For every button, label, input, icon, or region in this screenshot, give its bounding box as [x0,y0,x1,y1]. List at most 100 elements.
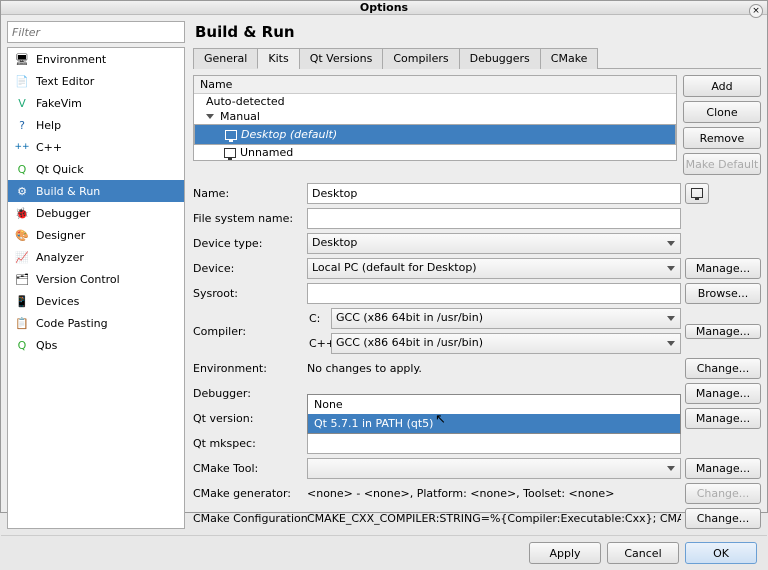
monitor-icon [691,188,703,198]
env-value: No changes to apply. [307,362,681,375]
device-icon: 📱 [14,293,30,309]
devtype-select[interactable]: Desktop [307,233,681,254]
tree-kit-unnamed[interactable]: Unnamed [194,145,676,160]
gear-icon: ⚙ [14,183,30,199]
cat-qtquick[interactable]: QQt Quick [8,158,184,180]
vim-icon: V [14,95,30,111]
name-input[interactable] [307,183,681,204]
remove-button[interactable]: Remove [683,127,761,149]
debugger-label: Debugger: [193,387,303,400]
qbs-icon: Q [14,337,30,353]
mkspec-label: Qt mkspec: [193,437,303,450]
sidebar: 🖥Environment 📄Text Editor VFakeVim ?Help… [7,21,185,529]
cmakegen-change-button[interactable]: Change... [685,483,761,504]
qt-icon: Q [14,161,30,177]
env-label: Environment: [193,362,303,375]
ok-button[interactable]: OK [685,542,757,564]
env-change-button[interactable]: Change... [685,358,761,379]
monitor-icon [225,130,237,140]
monitor-icon: 🖥 [14,51,30,67]
cmakegen-value: <none> - <none>, Platform: <none>, Tools… [307,487,681,500]
cat-debugger[interactable]: 🐞Debugger [8,202,184,224]
cat-code-pasting[interactable]: 📋Code Pasting [8,312,184,334]
kits-tree[interactable]: Name Auto-detected Manual Desktop (defau… [193,75,677,161]
cat-text-editor[interactable]: 📄Text Editor [8,70,184,92]
close-icon[interactable]: × [749,4,763,18]
tree-manual[interactable]: Manual [194,109,676,124]
tree-kit-desktop[interactable]: Desktop (default) [194,124,676,145]
tree-header: Name [194,76,676,94]
category-list: 🖥Environment 📄Text Editor VFakeVim ?Help… [7,47,185,529]
tree-auto-detected[interactable]: Auto-detected [194,94,676,109]
cpp-icon: ++ [14,139,30,155]
analyzer-icon: 📈 [14,249,30,265]
cancel-button[interactable]: Cancel [607,542,679,564]
tab-compilers[interactable]: Compilers [382,48,459,69]
main-panel: Build & Run General Kits Qt Versions Com… [193,21,761,529]
tab-debuggers[interactable]: Debuggers [459,48,541,69]
debugger-manage-button[interactable]: Manage... [685,383,761,404]
titlebar: Options × [1,1,767,15]
fsname-input[interactable] [307,208,681,229]
expand-icon [206,114,214,119]
window-title: Options [360,1,408,14]
compiler-c-select[interactable]: GCC (x86 64bit in /usr/bin) [331,308,681,329]
cmaketool-manage-button[interactable]: Manage... [685,458,761,479]
compiler-cxx-select[interactable]: GCC (x86 64bit in /usr/bin) [331,333,681,354]
cat-build-run[interactable]: ⚙Build & Run [8,180,184,202]
options-window: Options × 🖥Environment 📄Text Editor VFak… [0,0,768,513]
cmakeconf-change-button[interactable]: Change... [685,508,761,529]
sysroot-browse-button[interactable]: Browse... [685,283,761,304]
device-manage-button[interactable]: Manage... [685,258,761,279]
add-button[interactable]: Add [683,75,761,97]
sysroot-label: Sysroot: [193,287,303,300]
cat-devices[interactable]: 📱Devices [8,290,184,312]
make-default-button[interactable]: Make Default [683,153,761,175]
fsname-label: File system name: [193,212,303,225]
qtversion-label: Qt version: [193,412,303,425]
devtype-label: Device type: [193,237,303,250]
compiler-label: Compiler: [193,325,303,338]
compiler-cxx-label: C++: [307,337,327,350]
device-label: Device: [193,262,303,275]
monitor-icon [224,148,236,158]
apply-button[interactable]: Apply [529,542,601,564]
document-icon: 📄 [14,73,30,89]
compiler-manage-button[interactable]: Manage... [685,324,761,339]
cmaketool-label: CMake Tool: [193,462,303,475]
mkspec-input[interactable] [307,433,681,454]
cat-analyzer[interactable]: 📈Analyzer [8,246,184,268]
cat-fakevim[interactable]: VFakeVim [8,92,184,114]
name-icon-button[interactable] [685,183,709,204]
cmakeconf-value: CMAKE_CXX_COMPILER:STRING=%{Compiler:Exe… [307,512,681,525]
qtversion-option-none[interactable]: None [308,395,680,414]
designer-icon: 🎨 [14,227,30,243]
help-icon: ? [14,117,30,133]
cat-version-control[interactable]: 🗂Version Control [8,268,184,290]
tab-general[interactable]: General [193,48,258,69]
kit-form: Name: File system name: Device type: Des… [193,183,761,529]
dialog-footer: Apply Cancel OK [1,535,767,570]
page-heading: Build & Run [193,21,761,47]
tab-kits[interactable]: Kits [257,48,299,69]
qtversion-manage-button[interactable]: Manage... [685,408,761,429]
filter-input[interactable] [7,21,185,43]
cmaketool-select[interactable] [307,458,681,479]
clone-button[interactable]: Clone [683,101,761,123]
cat-environment[interactable]: 🖥Environment [8,48,184,70]
tabbar: General Kits Qt Versions Compilers Debug… [193,47,761,69]
cmakegen-label: CMake generator: [193,487,303,500]
cat-designer[interactable]: 🎨Designer [8,224,184,246]
tab-qt-versions[interactable]: Qt Versions [299,48,384,69]
vcs-icon: 🗂 [14,271,30,287]
cat-qbs[interactable]: QQbs [8,334,184,356]
bug-icon: 🐞 [14,205,30,221]
compiler-c-label: C: [307,312,327,325]
cat-help[interactable]: ?Help [8,114,184,136]
name-label: Name: [193,187,303,200]
sysroot-input[interactable] [307,283,681,304]
device-select[interactable]: Local PC (default for Desktop) [307,258,681,279]
cat-cpp[interactable]: ++C++ [8,136,184,158]
qtversion-option-selected[interactable]: Qt 5.7.1 in PATH (qt5) [308,414,680,433]
tab-cmake[interactable]: CMake [540,48,599,69]
